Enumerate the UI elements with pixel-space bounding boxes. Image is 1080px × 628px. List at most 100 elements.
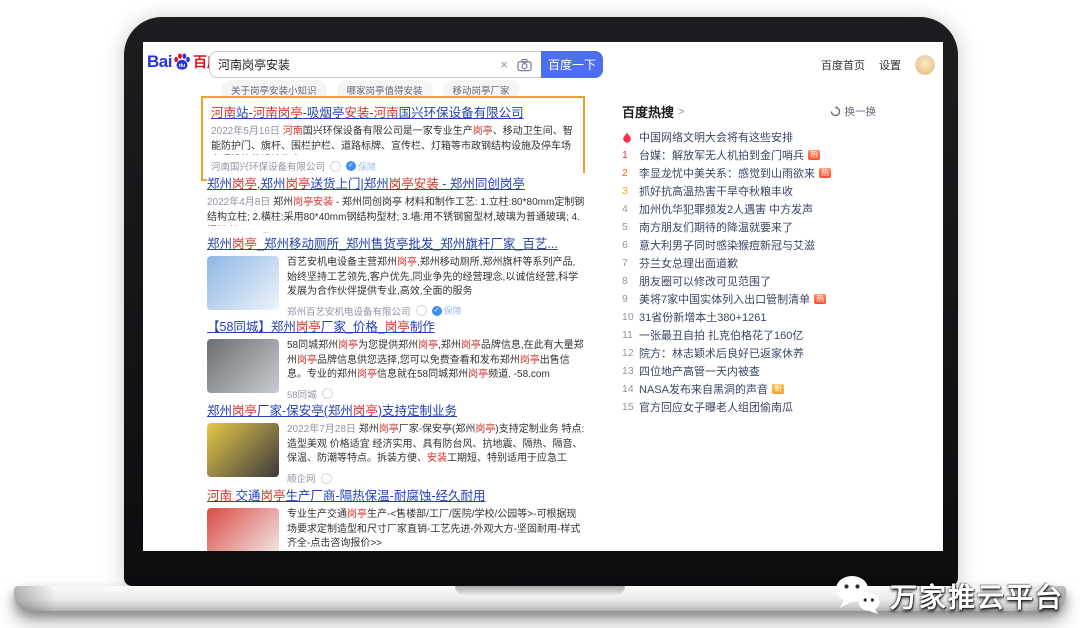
result-thumbnail[interactable]: [207, 256, 279, 310]
text-segment: 岗亭: [297, 355, 317, 366]
result-date: 2022年4月8日: [207, 197, 273, 208]
text-segment: 岗亭: [232, 237, 257, 251]
result-date: 2022年7月28日: [287, 424, 359, 435]
flame-icon: [622, 132, 639, 143]
result-thumbnail[interactable]: [207, 423, 279, 477]
verified-badge: ✓保障: [346, 160, 376, 173]
nav-home-link[interactable]: 百度首页: [821, 57, 865, 73]
logo-text-bai: Bai: [147, 52, 172, 72]
hot-search-item[interactable]: 11一张最丑自拍 扎克伯格花了160亿: [622, 326, 876, 344]
search-button[interactable]: 百度一下: [541, 51, 603, 78]
result-body: 58同城郑州岗亭为您提供郑州岗亭,郑州岗亭品牌信息,在此有大量郑州岗亭品牌信息供…: [207, 339, 585, 401]
camera-icon[interactable]: [515, 58, 541, 72]
search-box: ×: [209, 51, 541, 78]
result-text-col: 58同城郑州岗亭为您提供郑州岗亭,郑州岗亭品牌信息,在此有大量郑州岗亭品牌信息供…: [287, 339, 585, 401]
hot-search-header: 百度热搜 > 换一换: [622, 102, 876, 121]
hot-search-item[interactable]: 3抓好抗高温热害干旱夺秋粮丰收: [622, 182, 876, 200]
hot-rank: 14: [622, 383, 639, 395]
hot-search-item[interactable]: 1台媒：解放军无人机拍到金门哨兵热: [622, 146, 876, 164]
hot-search-item[interactable]: 8朋友圈可以修改可见范围了: [622, 272, 876, 290]
text-segment: 岗亭: [261, 489, 286, 503]
result-thumbnail[interactable]: [207, 339, 279, 393]
hot-item-text: 芬兰女总理出面道歉: [639, 255, 738, 271]
hot-search-item[interactable]: 15官方回应女子曝老人组团偷南瓜: [622, 398, 876, 416]
source-menu-icon[interactable]: [330, 161, 341, 172]
text-segment: 岗亭: [353, 404, 378, 418]
search-input[interactable]: [210, 58, 493, 72]
result-title-link[interactable]: 河南站-河南岗亭-吸烟亭安装-河南国兴环保设备有限公司: [211, 102, 575, 121]
hot-search-item[interactable]: 1031省份新增本土380+1261: [622, 308, 876, 326]
result-description: 专业生产交通岗亭生产-<售楼部/工厂/医院/学校/公园等>-可根据现场要求定制造…: [287, 508, 585, 551]
chevron-right-icon: >: [678, 106, 684, 118]
hot-search-item[interactable]: 13四位地产高管一天内被查: [622, 362, 876, 380]
verified-label: 保障: [358, 160, 376, 173]
hot-search-item[interactable]: 14NASA发布来自黑洞的声音新: [622, 380, 876, 398]
hot-search-item[interactable]: 9美将7家中国实体列入出口管制清单热: [622, 290, 876, 308]
hot-badge: 热: [808, 150, 820, 160]
hot-search-item[interactable]: 5南方朋友们期待的降温就要来了: [622, 218, 876, 236]
result-title-link[interactable]: 郑州岗亭,郑州岗亭送货上门|郑州岗亭安装 - 郑州同创岗亭: [207, 173, 585, 192]
hot-rank: 2: [622, 167, 639, 179]
text-segment: 岗亭: [296, 320, 321, 334]
hot-rank: 4: [622, 203, 639, 215]
text-segment: )支持定制业务: [378, 404, 457, 418]
text-segment: 岗亭安装: [389, 177, 439, 191]
hot-rank: 6: [622, 239, 639, 251]
result-title-link[interactable]: 河南 交通岗亭生产厂商-隔热保温-耐腐蚀-经久耐用: [207, 485, 585, 504]
text-segment: 岗亭: [468, 369, 488, 380]
hot-item-text: 院方：林志颖术后良好已返家休养: [639, 345, 804, 361]
refresh-button[interactable]: 换一换: [830, 104, 877, 119]
result-title-link[interactable]: 郑州岗亭厂家-保安亭(郑州岗亭)支持定制业务: [207, 400, 585, 419]
hot-rank: 11: [622, 329, 639, 341]
result-title-link[interactable]: 郑州岗亭_郑州移动厕所_郑州售货亭批发_郑州旗杆厂家_百艺...: [207, 233, 585, 252]
result-source-row: 58同城: [287, 387, 585, 401]
hot-item-text: 中国网络文明大会将有这些安排: [639, 129, 793, 145]
text-segment: 岗亭: [347, 509, 367, 520]
hot-item-text: 官方回应女子曝老人组团偷南瓜: [639, 399, 793, 415]
source-menu-icon[interactable]: [321, 473, 332, 484]
hot-item-text: 抓好抗高温热害干旱夺秋粮丰收: [639, 183, 793, 199]
result-source: 58同城: [287, 387, 317, 401]
source-menu-icon[interactable]: [322, 388, 333, 399]
text-segment: 厂家-保安亭(郑州: [257, 404, 353, 418]
result-title-link[interactable]: 【58同城】郑州岗亭厂家_价格_岗亭制作: [207, 316, 585, 335]
hot-badge: 热: [819, 168, 831, 178]
hot-search-item[interactable]: 4加州仇华犯罪频发2人遇害 中方发声: [622, 200, 876, 218]
text-segment: 郑州: [207, 177, 232, 191]
hot-search-list: 中国网络文明大会将有这些安排1台媒：解放军无人机拍到金门哨兵热2李显龙忧中美关系…: [622, 128, 876, 416]
hot-search-item[interactable]: 中国网络文明大会将有这些安排: [622, 128, 876, 146]
text-segment: 岗亭: [461, 340, 481, 351]
hot-item-text: 美将7家中国实体列入出口管制清单: [639, 291, 810, 307]
text-segment: 交通: [232, 489, 260, 503]
text-segment: 厂家_价格_: [321, 320, 385, 334]
text-segment: 岗亭: [385, 320, 410, 334]
hot-rank: 7: [622, 257, 639, 269]
hot-search-item[interactable]: 6意大利男子同时感染猴痘新冠与艾滋: [622, 236, 876, 254]
hot-search-panel: 百度热搜 > 换一换 中国网络文明大会将有这些安排1台媒：解放军无人机拍到金门哨…: [622, 102, 876, 416]
text-segment: 制作: [410, 320, 435, 334]
result-thumbnail[interactable]: [207, 508, 279, 551]
result-source-row: 顺企网: [287, 471, 585, 485]
watermark: 万家推云平台: [835, 575, 1064, 615]
nav-settings-link[interactable]: 设置: [879, 57, 901, 73]
hot-search-item[interactable]: 2李显龙忧中美关系：感觉到山雨欲来热: [622, 164, 876, 182]
hot-item-text: 台媒：解放军无人机拍到金门哨兵: [639, 147, 804, 163]
hot-search-item[interactable]: 12院方：林志颖术后良好已返家休养: [622, 344, 876, 362]
text-segment: 河南: [211, 106, 236, 120]
text-segment: 国兴环保设备有限公司: [399, 106, 524, 120]
hot-badge: 热: [814, 294, 826, 304]
result-text-col: 2022年5月16日 河南国兴环保设备有限公司是一家专业生产岗亭、移动卫生间、智…: [211, 125, 575, 173]
text-segment: 岗亭: [418, 340, 438, 351]
text-segment: 岗亭安装: [293, 197, 333, 208]
source-menu-icon[interactable]: [416, 305, 427, 316]
clear-icon[interactable]: ×: [493, 57, 515, 72]
hot-search-title[interactable]: 百度热搜 >: [622, 102, 684, 121]
wechat-icon: [835, 575, 881, 615]
text-segment: 送货上门|郑州: [311, 177, 389, 191]
text-segment: 岗亭: [232, 177, 257, 191]
user-avatar[interactable]: [915, 55, 935, 75]
browser-screen: Bai du 百度 × 百度一下 百度首页 设置: [143, 42, 943, 551]
hot-search-item[interactable]: 7芬兰女总理出面道歉: [622, 254, 876, 272]
text-segment: 站-: [236, 106, 253, 120]
logo-text-du: du: [179, 63, 186, 69]
